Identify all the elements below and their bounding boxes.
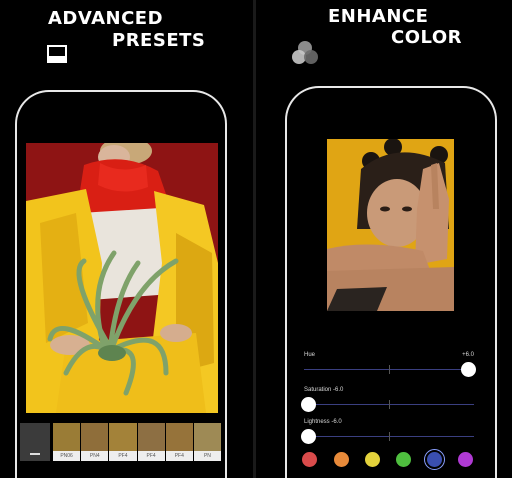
preset-tile[interactable]: PN — [193, 423, 223, 461]
color-swatch-row — [302, 449, 482, 470]
lightness-label: Lightness -6.0 — [304, 419, 342, 425]
enhance-color-panel: ENHANCE COLOR Hue +6.0 Saturation -6.0 L… — [256, 0, 512, 478]
lightness-slider-knob[interactable] — [301, 429, 316, 444]
hue-label: Hue — [304, 352, 316, 358]
headline-color: COLOR — [391, 27, 463, 48]
color-preview-photo — [327, 139, 454, 311]
swatch-purple[interactable] — [458, 452, 473, 467]
headline-enhance: ENHANCE — [328, 6, 429, 27]
headline-advanced: ADVANCED — [48, 8, 164, 29]
headline-presets: PRESETS — [112, 30, 206, 51]
swatch-blue[interactable] — [424, 449, 445, 470]
hue-slider[interactable]: Hue +6.0 — [304, 352, 476, 382]
swatch-orange[interactable] — [334, 452, 349, 467]
preset-tiles: PN06 PN4 PF4 PF4 PF4 PN — [53, 423, 223, 461]
preset-tile-label: PN06 — [53, 451, 81, 461]
color-circles-icon — [292, 41, 318, 64]
frame-icon — [47, 45, 67, 63]
preset-tile-label: PF4 — [109, 451, 137, 461]
saturation-label: Saturation -6.0 — [304, 387, 344, 393]
slider-center-tick — [389, 400, 390, 409]
lightness-slider[interactable]: Lightness -6.0 — [301, 419, 474, 449]
hue-value: +6.0 — [462, 352, 474, 358]
swatch-red[interactable] — [302, 452, 317, 467]
slider-center-tick — [389, 432, 390, 441]
preset-tile[interactable]: PN4 — [81, 423, 110, 461]
saturation-slider[interactable]: Saturation -6.0 — [301, 387, 474, 417]
preset-tile-label: PF4 — [165, 451, 193, 461]
preset-tile-label: PN — [193, 451, 222, 461]
preset-tile[interactable]: PF4 — [137, 423, 166, 461]
preset-strip: PN06 PN4 PF4 PF4 PF4 PN — [20, 423, 223, 461]
swatch-yellow[interactable] — [365, 452, 380, 467]
active-indicator — [30, 453, 40, 455]
saturation-slider-knob[interactable] — [301, 397, 316, 412]
current-preset-thumbnail[interactable] — [20, 423, 50, 461]
preset-tile[interactable]: PN06 — [53, 423, 82, 461]
preset-preview-photo — [26, 143, 218, 413]
preset-tile-label: PF4 — [137, 451, 165, 461]
preset-tile[interactable]: PF4 — [109, 423, 138, 461]
advanced-presets-panel: ADVANCED PRESETS PN06 PN4 PF4 PF4 PF4 PN — [0, 0, 253, 478]
hue-slider-knob[interactable] — [461, 362, 476, 377]
preset-tile[interactable]: PF4 — [165, 423, 194, 461]
slider-center-tick — [389, 365, 390, 374]
preset-tile-label: PN4 — [81, 451, 109, 461]
swatch-green[interactable] — [396, 452, 411, 467]
